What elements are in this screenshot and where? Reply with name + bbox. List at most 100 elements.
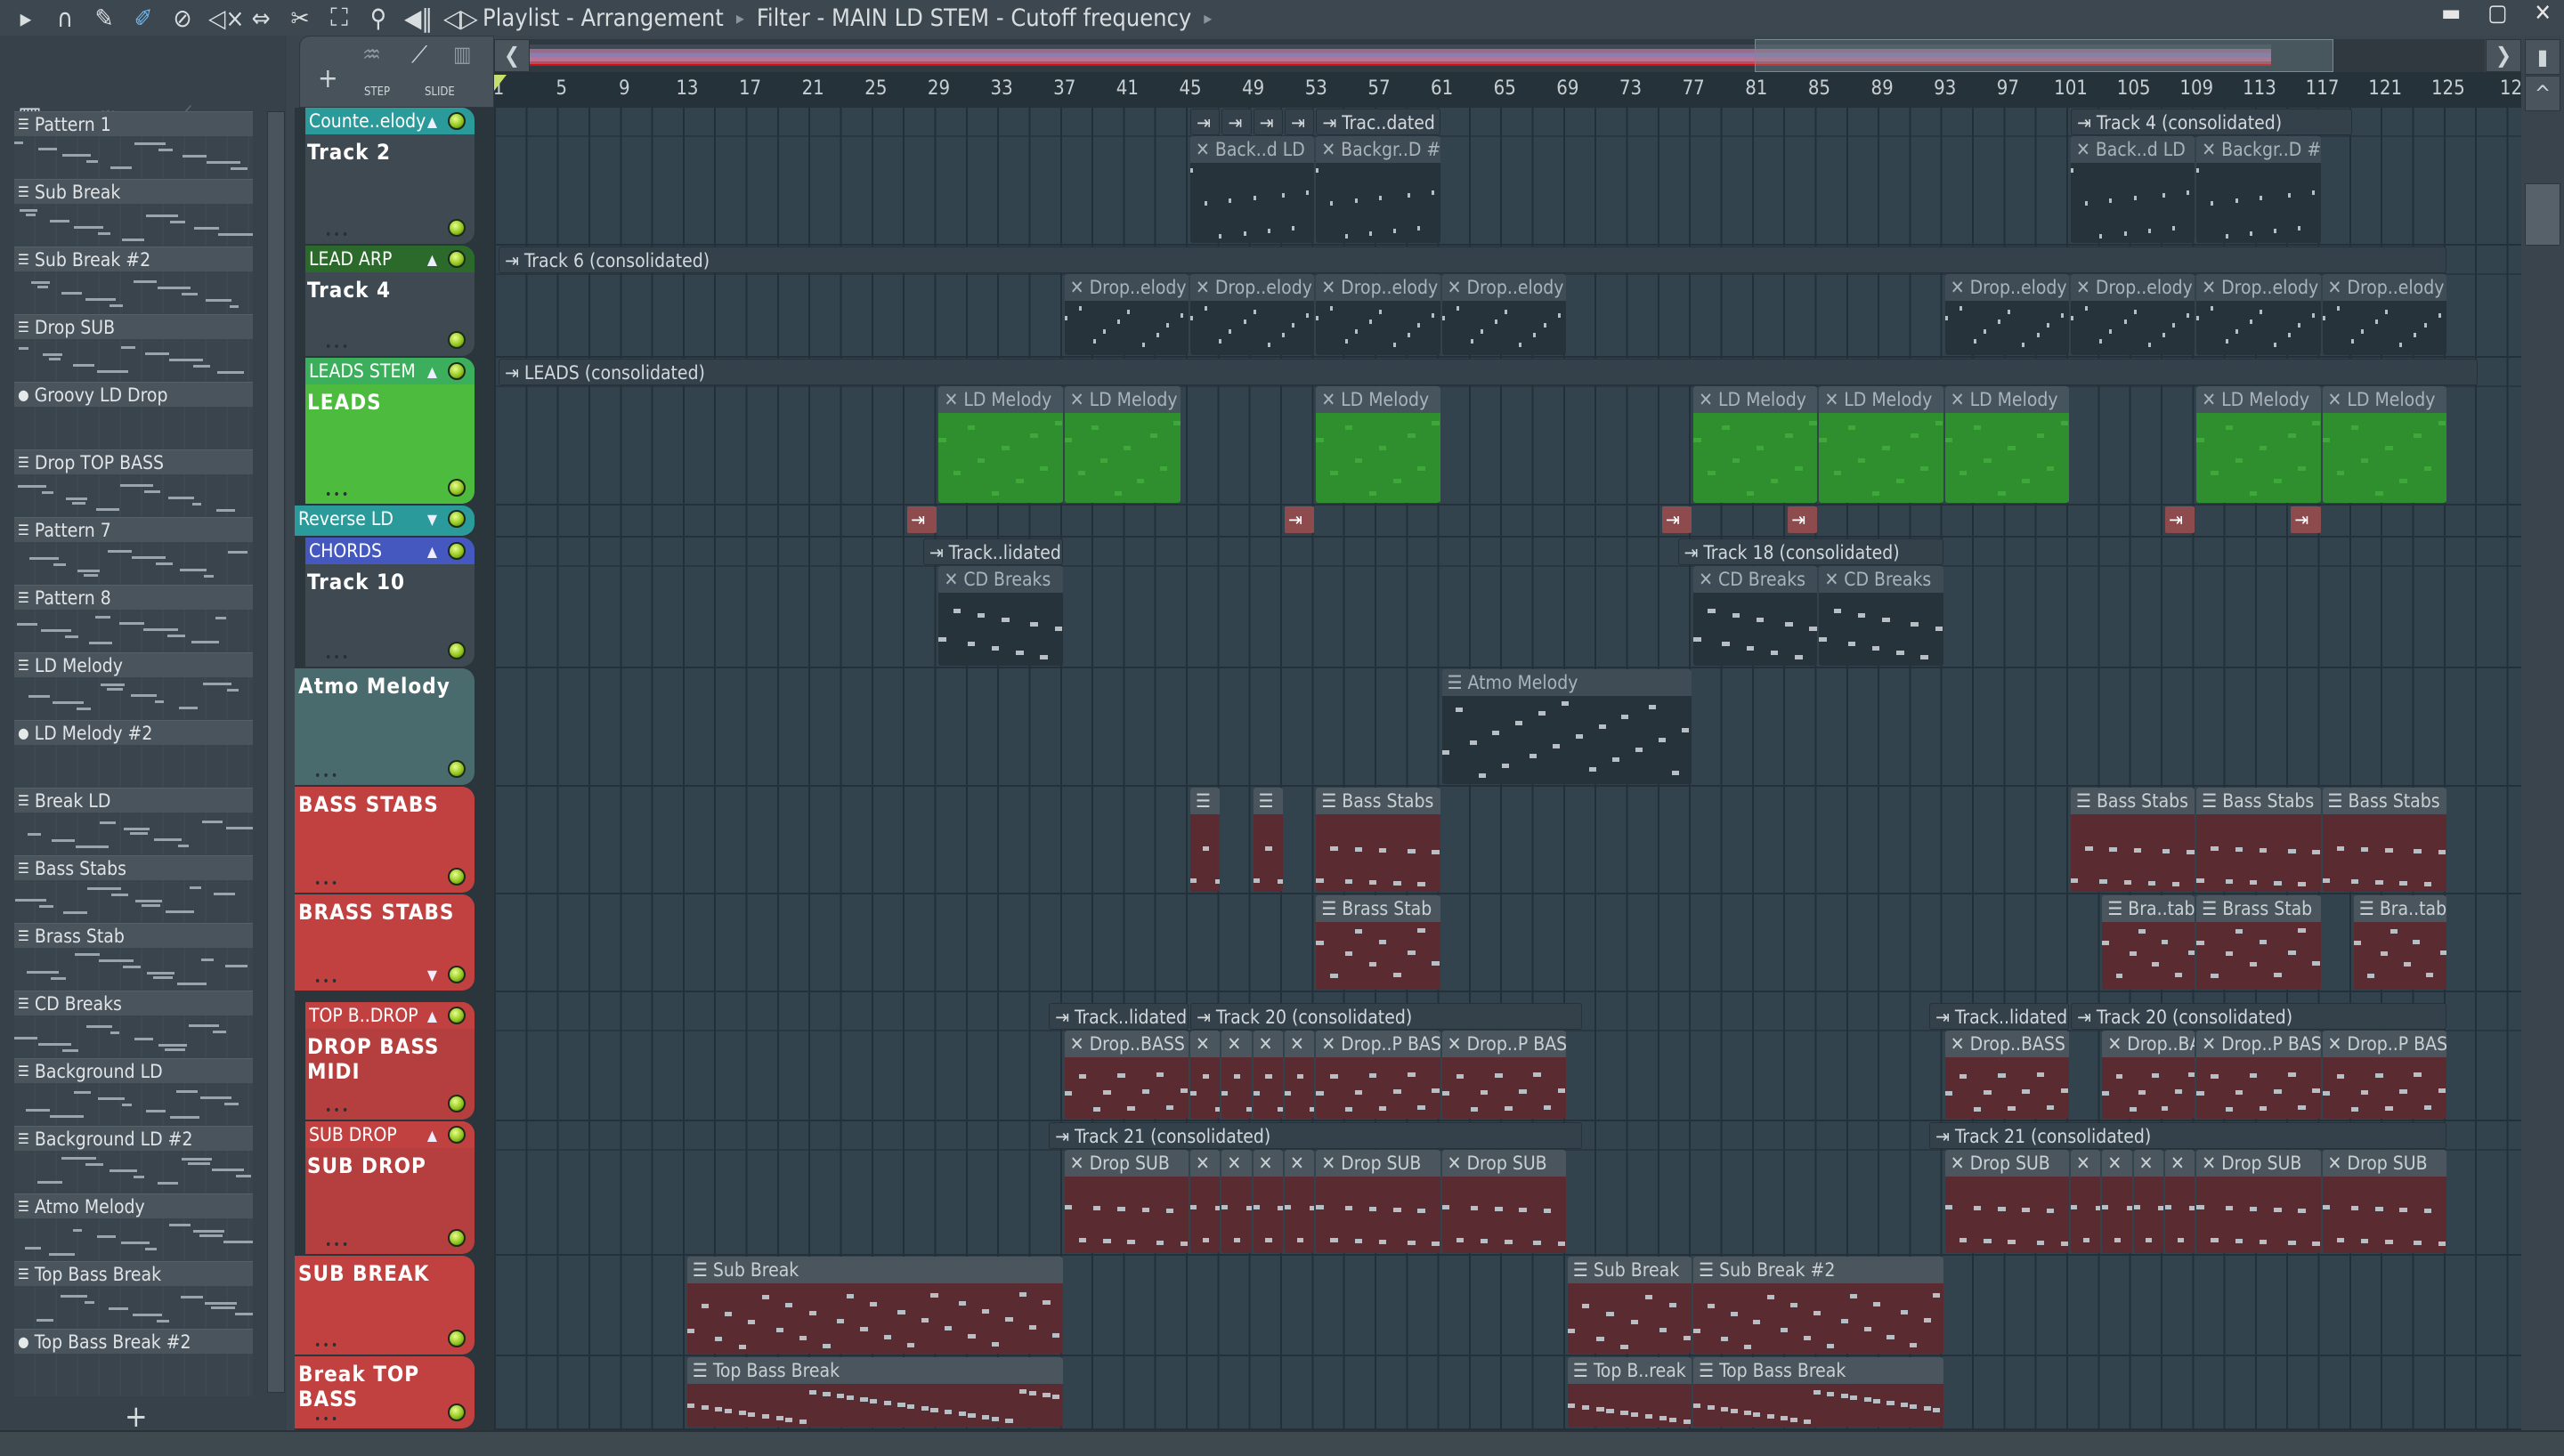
track-header[interactable]: SUB DROP ▲ SUB DROP •••: [295, 1121, 475, 1254]
consolidated-clip[interactable]: ⇥ Track 20 (consolidated): [1190, 1003, 1582, 1030]
consolidated-clip[interactable]: ⇥ LEADS (consolidated): [499, 359, 2479, 385]
track-group-header[interactable]: CHORDS ▲: [305, 538, 475, 564]
reverse-marker-clip[interactable]: ⇥: [1285, 506, 1315, 533]
track-options-icon[interactable]: •••: [325, 1104, 350, 1118]
consolidated-clip[interactable]: ⇥ Track 6 (consolidated): [499, 247, 2446, 273]
track-mute-led[interactable]: [448, 1403, 466, 1421]
select-icon[interactable]: ⛶: [326, 3, 353, 33]
clip[interactable]: ☰ Top B..reak: [1567, 1357, 1692, 1428]
clip[interactable]: ✕: [2133, 1150, 2163, 1253]
clip[interactable]: ✕ LD Melody: [1944, 386, 2069, 503]
clip[interactable]: ✕: [1285, 1031, 1315, 1119]
pattern-item[interactable]: ☰ Bass Stabs: [14, 855, 253, 923]
slide-toggle[interactable]: SLIDE: [425, 85, 455, 99]
clip[interactable]: ☰ Top Bass Break: [1693, 1357, 1943, 1428]
track-group-header[interactable]: SUB DROP ▲: [305, 1121, 475, 1148]
clip[interactable]: ☰: [1253, 788, 1283, 892]
consolidated-clip[interactable]: ⇥: [1285, 109, 1315, 135]
zoom-icon[interactable]: ⚲: [365, 4, 392, 33]
clip[interactable]: ✕: [1253, 1031, 1283, 1119]
collapse-arrow-icon[interactable]: ▲: [427, 1127, 437, 1144]
clip[interactable]: ✕ Drop SUB: [1944, 1150, 2069, 1253]
close-button[interactable]: ✕: [2534, 0, 2552, 27]
reverse-marker-clip[interactable]: ⇥: [907, 506, 937, 533]
clip[interactable]: ✕: [2164, 1150, 2195, 1253]
pattern-item[interactable]: ☰ Pattern 1: [14, 111, 253, 179]
pattern-item[interactable]: ● Top Bass Break #2: [14, 1329, 253, 1396]
track-mute-led[interactable]: [448, 868, 466, 886]
consolidated-clip[interactable]: ⇥: [1253, 109, 1283, 135]
clip[interactable]: ✕ Drop SUB: [2196, 1150, 2321, 1253]
track-mute-led[interactable]: [448, 219, 466, 237]
clip[interactable]: ☰ Top Bass Break: [686, 1357, 1063, 1428]
track-group-header[interactable]: LEADS STEM ▲: [305, 358, 475, 384]
pattern-item[interactable]: ☰ Sub Break: [14, 179, 253, 247]
track-options-icon[interactable]: •••: [325, 228, 350, 242]
clip[interactable]: ☰ Bass Stabs: [1316, 788, 1440, 892]
clip[interactable]: ☰ Bass Stabs: [2322, 788, 2446, 892]
clip[interactable]: ✕ Drop..elody: [1064, 274, 1189, 355]
clip[interactable]: ✕ Drop..elody: [1316, 274, 1440, 355]
pencil-icon[interactable]: ✎: [91, 4, 118, 33]
pattern-item[interactable]: ☰ Sub Break #2: [14, 247, 253, 314]
track-mute-led[interactable]: [448, 966, 466, 983]
track-options-icon[interactable]: •••: [314, 1412, 339, 1427]
collapse-arrow-icon[interactable]: ▲: [427, 543, 437, 560]
consolidated-clip[interactable]: ⇥ Track..lidated: [1929, 1003, 2069, 1030]
collapse-arrow-icon[interactable]: ▲: [427, 251, 437, 268]
track-header[interactable]: TOP B..DROP ▲ DROP BASS MIDI •••: [295, 1002, 475, 1120]
clip[interactable]: ✕: [1221, 1031, 1252, 1119]
track-mute-led[interactable]: [448, 1095, 466, 1112]
consolidated-clip[interactable]: ⇥ Track 4 (consolidated): [2071, 109, 2352, 135]
track-header[interactable]: Atmo Melody •••: [295, 668, 475, 785]
clip[interactable]: ✕: [1190, 1150, 1221, 1253]
track-mute-led[interactable]: [448, 760, 466, 778]
consolidated-clip[interactable]: ⇥ Track 20 (consolidated): [2071, 1003, 2446, 1030]
brush-icon[interactable]: ✐: [130, 4, 157, 33]
clip[interactable]: ☰ Bass Stabs: [2196, 788, 2321, 892]
overview-viewport[interactable]: [1755, 39, 2333, 72]
track-options-icon[interactable]: •••: [314, 877, 339, 891]
clip[interactable]: ✕ Drop..elody: [1190, 274, 1315, 355]
clip[interactable]: ✕Backgr..D #2: [1316, 136, 1440, 243]
group-mute-led[interactable]: [448, 112, 466, 130]
add-track-button[interactable]: +: [318, 63, 338, 94]
pattern-item[interactable]: ☰ Pattern 7: [14, 517, 253, 585]
clip[interactable]: ✕Drop..P BASS: [1316, 1031, 1440, 1119]
clip[interactable]: ☰ Sub Break #2: [1693, 1257, 1943, 1354]
clip[interactable]: ☰ Bra..tab: [2102, 895, 2195, 990]
clip[interactable]: ✕Backgr..D #2: [2196, 136, 2321, 243]
clip[interactable]: ☰ Atmo Melody: [1441, 669, 1692, 784]
consolidated-clip[interactable]: ⇥: [1190, 109, 1221, 135]
track-mute-led[interactable]: [448, 1330, 466, 1347]
playhead-marker[interactable]: [494, 75, 507, 91]
track-options-icon[interactable]: •••: [325, 1238, 350, 1252]
track-group-header[interactable]: TOP B..DROP ▲: [305, 1002, 475, 1029]
pattern-item[interactable]: ☰ Background LD: [14, 1058, 253, 1126]
clip[interactable]: ✕Drop..BASS: [1944, 1031, 2069, 1119]
pattern-item[interactable]: ☰ Drop TOP BASS: [14, 449, 253, 517]
clip[interactable]: ✕ CD Breaks: [1819, 566, 1943, 666]
consolidated-clip[interactable]: ⇥: [1221, 109, 1252, 135]
clip[interactable]: ✕ Drop..elody: [2071, 274, 2195, 355]
clip[interactable]: ✕ Back..d LD: [2071, 136, 2195, 243]
clip[interactable]: ✕Drop..P BASS: [2196, 1031, 2321, 1119]
track-options-icon[interactable]: •••: [314, 769, 339, 783]
pattern-item[interactable]: ● Groovy LD Drop: [14, 382, 253, 449]
track-options-icon[interactable]: •••: [325, 488, 350, 502]
step-toggle[interactable]: STEP: [364, 85, 390, 99]
playlist-grid[interactable]: ⇥ ⇥ ⇥ ⇥ ⇥ Trac..dated ⇥ Track 4 (consolidated) ✕…: [494, 108, 2521, 1430]
add-pattern-button[interactable]: +: [125, 1399, 148, 1435]
reverse-marker-clip[interactable]: ⇥: [1661, 506, 1692, 533]
playback-icon[interactable]: ◀‖: [404, 4, 433, 33]
group-mute-led[interactable]: [448, 1007, 466, 1024]
pattern-item[interactable]: ☰ Brass Stab: [14, 923, 253, 991]
clip[interactable]: ✕: [2102, 1150, 2132, 1253]
clip[interactable]: ☰ Brass Stab: [2196, 895, 2321, 990]
clip[interactable]: ✕ Back..d LD: [1190, 136, 1315, 243]
pattern-item[interactable]: ☰ LD Melody: [14, 652, 253, 720]
vertical-scrollbar[interactable]: ▮ ^: [2521, 39, 2564, 1430]
clip[interactable]: ☰: [1190, 788, 1221, 892]
scrollbar-thumb[interactable]: [2525, 183, 2560, 246]
track-group-header[interactable]: LEAD ARP ▲: [305, 246, 475, 272]
